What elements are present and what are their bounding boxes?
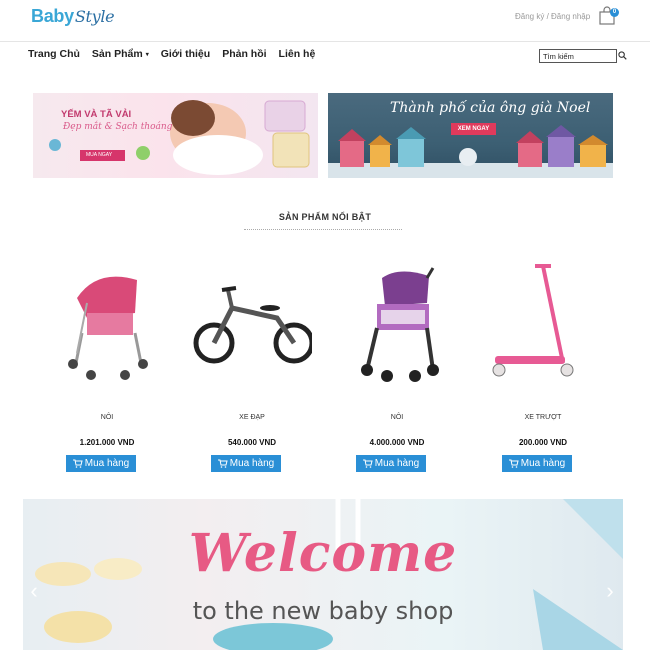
auth-links: Đăng ký / Đăng nhập [515, 12, 590, 21]
product-price: 200.000 VND [518, 438, 568, 447]
product-card: NÔI 1.201.000 VND Mua hàng [47, 258, 167, 478]
buy-button[interactable]: Mua hàng [66, 455, 136, 472]
banner-left-button[interactable]: MUA NGAY [80, 150, 125, 161]
featured-divider [244, 229, 402, 230]
nav-item-contact[interactable]: Liên hệ [279, 48, 316, 60]
chevron-right-icon: › [606, 578, 614, 603]
chevron-down-icon: ▾ [145, 51, 149, 58]
product-price: 1.201.000 VND [79, 438, 135, 447]
top-header: BabyStyle Đăng ký / Đăng nhập 0 [0, 0, 650, 42]
cart-icon [217, 459, 228, 468]
product-price: 540.000 VND [227, 438, 277, 447]
product-card: XE TRƯỢT 200.000 VND Mua hàng [483, 258, 603, 478]
banner-santa-city[interactable]: Thành phố của ông già Noel XEM NGAY [328, 93, 613, 178]
cart-count-badge: 0 [610, 8, 619, 17]
nav-item-products-label: Sản Phẩm [91, 48, 143, 60]
slider-next-button[interactable]: › [603, 579, 617, 603]
banner-right-button[interactable]: XEM NGAY [451, 123, 496, 135]
logo-style: Style [74, 7, 115, 26]
welcome-headline: Welcome [188, 523, 458, 584]
stroller-pink-image[interactable] [47, 258, 167, 393]
hero-slider: Welcome to the new baby shop ‹ › [23, 499, 623, 650]
product-price: 4.000.000 VND [369, 438, 425, 447]
banner-left-title: YẾM VÀ TÃ VẢI [61, 109, 132, 120]
banner-left-subtitle: Đẹp mắt & Sạch thoáng [63, 122, 173, 132]
welcome-subline: to the new baby shop [192, 597, 454, 625]
search-icon[interactable] [618, 51, 627, 60]
product-name: NÔI [100, 414, 114, 421]
main-nav: Trang Chủ Sản Phẩm ▾ Giới thiệu Phản hồi … [28, 48, 315, 60]
buy-button-label: Mua hàng [84, 458, 130, 469]
product-card: XE ĐẠP 540.000 VND Mua hàng [192, 258, 312, 478]
cart-icon [362, 459, 373, 468]
slider-prev-button[interactable]: ‹ [27, 579, 41, 603]
cart-icon [72, 459, 83, 468]
balance-bike-image[interactable] [192, 258, 312, 393]
nav-item-feedback[interactable]: Phản hồi [222, 48, 266, 60]
search-input[interactable] [539, 49, 617, 63]
cart-icon [508, 459, 519, 468]
chevron-left-icon: ‹ [30, 578, 38, 603]
buy-button[interactable]: Mua hàng [211, 455, 281, 472]
kick-scooter-image[interactable] [483, 258, 603, 393]
product-name: XE TRƯỢT [524, 414, 562, 421]
banner-bibs-diapers[interactable]: YẾM VÀ TÃ VẢI Đẹp mắt & Sạch thoáng MUA … [33, 93, 318, 178]
product-name: NÔI [390, 414, 404, 421]
buy-button[interactable]: Mua hàng [502, 455, 572, 472]
cart-button[interactable]: 0 [598, 6, 619, 28]
buy-button-label: Mua hàng [520, 458, 566, 469]
nav-item-products[interactable]: Sản Phẩm ▾ [92, 48, 149, 60]
featured-title: SẢN PHẨM NỔI BẬT [278, 212, 372, 222]
product-name: XE ĐẠP [239, 414, 265, 421]
logo-baby: Baby [31, 6, 74, 26]
banner-right-title: Thành phố của ông già Noel [390, 100, 591, 116]
buy-button[interactable]: Mua hàng [356, 455, 426, 472]
stroller-purple-image[interactable] [337, 258, 457, 393]
nav-item-home[interactable]: Trang Chủ [28, 48, 80, 60]
buy-button-label: Mua hàng [374, 458, 420, 469]
baby-photo [49, 100, 310, 175]
buy-button-label: Mua hàng [229, 458, 275, 469]
login-link[interactable]: Đăng nhập [551, 12, 590, 21]
site-logo[interactable]: BabyStyle [31, 6, 115, 27]
register-link[interactable]: Đăng ký [515, 12, 544, 21]
nav-item-about[interactable]: Giới thiệu [161, 48, 210, 60]
product-card: NÔI 4.000.000 VND Mua hàng [337, 258, 457, 478]
